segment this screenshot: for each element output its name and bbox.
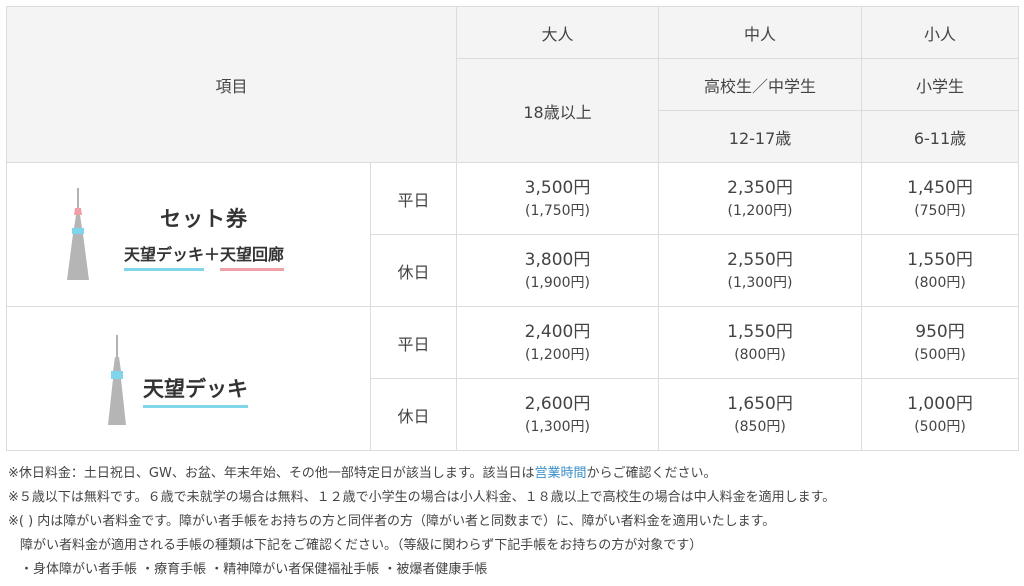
notes: ※休日料金：土日祝日、GW、お盆、年末年始、その他一部特定日が該当します。該当日…	[8, 462, 835, 582]
plus-sign: ＋	[203, 245, 220, 264]
note-disability: ※( ) 内は障がい者料金です。障がい者手帳をお持ちの方と同伴者の方（障がい者と…	[8, 514, 776, 529]
note-disability-cards: 障がい者料金が適用される手帳の種類は下記をご確認ください。（等級に関わらず下記手…	[20, 538, 703, 553]
set-ticket-cell: セット券 天望デッキ＋天望回廊	[6, 162, 371, 307]
deck-ticket-title: 天望デッキ	[143, 377, 248, 408]
price-cell: 1,450円 (750円)	[861, 162, 1020, 235]
price-table: 項目 大人 中人 小人 18歳以上 高校生／中学生 小学生 12-17歳 6-1…	[5, 6, 1020, 451]
header-middle: 中人	[658, 6, 863, 59]
set-holiday-label: 休日	[369, 234, 458, 307]
price-cell: 2,550円 (1,300円)	[658, 234, 863, 307]
deck-weekday-label: 平日	[369, 306, 458, 379]
child-sub: 小学生	[861, 58, 1020, 111]
price-cell: 3,800円 (1,900円)	[456, 234, 660, 307]
middle-age: 12-17歳	[658, 110, 863, 163]
note-card-list: ・身体障がい者手帳 ・療育手帳 ・精神障がい者保健福祉手帳 ・被爆者健康手帳	[20, 562, 488, 577]
price-cell: 1,000円 (500円)	[861, 378, 1020, 451]
price-cell: 2,350円 (1,200円)	[658, 162, 863, 235]
child-age: 6-11歳	[861, 110, 1020, 163]
business-hours-link[interactable]: 営業時間	[535, 466, 587, 481]
note-holiday: ※休日料金：土日祝日、GW、お盆、年末年始、その他一部特定日が該当します。該当日…	[8, 466, 717, 481]
middle-sub: 高校生／中学生	[658, 58, 863, 111]
price-cell: 950円 (500円)	[861, 306, 1020, 379]
set-deck-label: 天望デッキ	[123, 245, 204, 271]
set-gallery-label: 天望回廊	[220, 245, 285, 271]
adult-age: 18歳以上	[456, 58, 660, 163]
price-cell: 2,600円 (1,300円)	[456, 378, 660, 451]
price-cell: 2,400円 (1,200円)	[456, 306, 660, 379]
price-cell: 1,550円 (800円)	[861, 234, 1020, 307]
deck-ticket-cell: 天望デッキ	[6, 306, 371, 451]
set-ticket-title: セット券	[160, 207, 248, 231]
tower-icon	[67, 188, 89, 280]
deck-holiday-label: 休日	[369, 378, 458, 451]
header-item: 項目	[5, 6, 458, 163]
header-adult: 大人	[456, 6, 660, 59]
header-child: 小人	[861, 6, 1020, 59]
set-weekday-label: 平日	[369, 162, 458, 235]
price-cell: 1,550円 (800円)	[658, 306, 863, 379]
price-cell: 1,650円 (850円)	[658, 378, 863, 451]
price-cell: 3,500円 (1,750円)	[456, 162, 660, 235]
tower-icon	[108, 335, 126, 425]
note-age: ※５歳以下は無料です。６歳で未就学の場合は無料、１２歳で小学生の場合は小人料金、…	[8, 490, 836, 505]
